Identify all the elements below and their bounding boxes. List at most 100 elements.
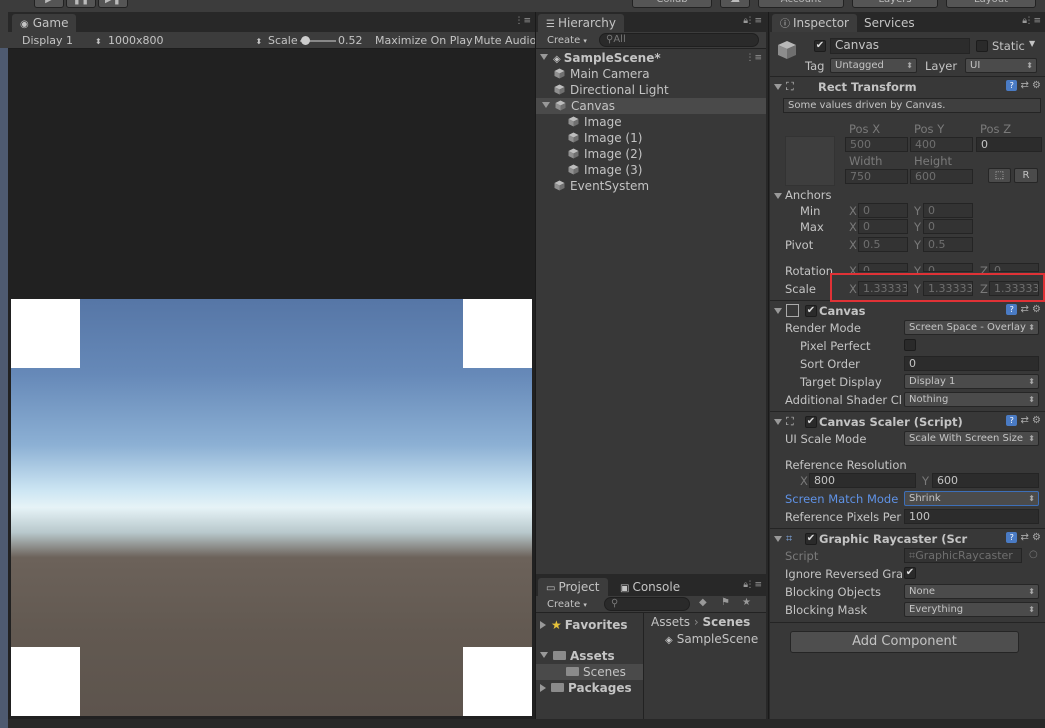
canvas-enabled-checkbox[interactable]: ✔ [805,305,817,317]
posx-field[interactable]: 500 [845,137,908,152]
screen-match-mode-dropdown[interactable]: Shrink ⬍ [904,491,1039,506]
anchor-presets-button[interactable] [785,136,835,186]
anchor-min-x[interactable]: 0 [858,203,908,218]
expand-triangle-icon[interactable] [774,308,782,314]
filter-type-icon[interactable]: ◆ [699,597,707,608]
scene-file[interactable]: ◈ SampleScene [665,631,758,647]
gear-icon[interactable]: ⚙ [1032,532,1041,543]
hierarchy-menu-icon[interactable]: ⋮≡ [745,16,762,26]
layout-button[interactable]: Layout [946,0,1036,8]
pause-button[interactable]: ❚❚ [66,0,96,8]
chevron-down-icon[interactable]: ▼ [1029,39,1035,48]
add-component-button[interactable]: Add Component [790,631,1019,653]
hierarchy-create-dropdown[interactable]: Create ▾ [547,33,587,49]
height-field[interactable]: 600 [910,169,973,184]
favorite-star-icon[interactable]: ★ [742,597,751,608]
reference-x-field[interactable]: 800 [809,473,916,488]
expand-triangle-icon[interactable] [774,84,782,90]
project-create-dropdown[interactable]: Create ▾ [547,597,587,613]
layer-dropdown[interactable]: UI ⬍ [965,58,1037,73]
game-menu-icon[interactable]: ⋮≡ [514,16,531,26]
packages-row[interactable]: Packages [540,680,632,696]
tag-dropdown[interactable]: Untagged ⬍ [830,58,917,73]
reference-y-field[interactable]: 600 [932,473,1039,488]
hierarchy-item[interactable]: Directional Light [536,82,766,98]
scenes-folder-row[interactable]: Scenes [536,664,643,680]
expand-triangle-icon[interactable] [774,193,782,199]
rect-transform-header[interactable]: ⛶ Rect Transform ? ⇄ ⚙ [770,78,1045,96]
filter-label-icon[interactable]: ⚑ [721,597,730,608]
blocking-objects-dropdown[interactable]: None ⬍ [904,584,1039,599]
raw-edit-button[interactable]: R [1014,168,1038,183]
resolution-dropdown[interactable]: 1000x800 ⬍ [108,33,262,48]
hierarchy-item[interactable]: Image (1) [536,130,766,146]
help-icon[interactable]: ? [1006,532,1018,543]
target-display-dropdown[interactable]: Display 1 ⬍ [904,374,1039,389]
expand-triangle-icon[interactable] [774,536,782,542]
tab-game[interactable]: ◉ Game [12,14,77,32]
layers-button[interactable]: Layers [852,0,938,8]
tab-inspector[interactable]: ⓘ Inspector [772,14,857,32]
help-icon[interactable]: ? [1006,304,1018,315]
blocking-mask-dropdown[interactable]: Everything ⬍ [904,602,1039,617]
raycaster-enabled-checkbox[interactable]: ✔ [805,533,817,545]
hierarchy-search-input[interactable]: ⚲All [599,33,759,47]
panel-divider[interactable] [768,12,769,719]
inspector-menu-icon[interactable]: ⋮≡ [1024,16,1041,26]
pivot-x[interactable]: 0.5 [858,237,908,252]
static-checkbox[interactable] [976,40,988,52]
shader-channels-dropdown[interactable]: Nothing ⬍ [904,392,1039,407]
breadcrumb-assets[interactable]: Assets [651,615,690,629]
gear-icon[interactable]: ⚙ [1032,80,1041,91]
play-button[interactable]: ▶ [34,0,64,8]
collab-button[interactable]: Collab [632,0,712,8]
anchor-min-y[interactable]: 0 [923,203,973,218]
display-dropdown[interactable]: Display 1 ⬍ [22,33,102,48]
expand-triangle-icon[interactable] [774,419,782,425]
posz-field[interactable]: 0 [976,137,1042,152]
mute-audio-toggle[interactable]: Mute Audio [474,33,536,48]
tab-services[interactable]: Services [856,14,923,32]
tab-console[interactable]: ▣ Console [612,578,688,596]
scene-menu-icon[interactable]: ⋮≡ [745,50,762,66]
width-field[interactable]: 750 [845,169,908,184]
assets-row[interactable]: Assets [540,648,615,664]
preset-icon[interactable]: ⇄ [1020,532,1028,543]
canvas-scaler-header[interactable]: ⛶ ✔ Canvas Scaler (Script) ? ⇄ ⚙ [770,413,1045,431]
ui-scale-mode-dropdown[interactable]: Scale With Screen Size ⬍ [904,431,1039,446]
help-icon[interactable]: ? [1006,415,1018,426]
rotation-z[interactable]: 0 [989,263,1039,272]
scene-row[interactable]: ◈ SampleScene* ⋮≡ [536,50,766,66]
preset-icon[interactable]: ⇄ [1020,304,1028,315]
ignore-reversed-checkbox[interactable]: ✔ [904,567,916,579]
hierarchy-item[interactable]: Image (2) [536,146,766,162]
breadcrumb-scenes[interactable]: Scenes [703,615,751,629]
render-mode-dropdown[interactable]: Screen Space - Overlay ⬍ [904,320,1039,335]
blueprint-mode-button[interactable]: ⬚ [988,168,1011,183]
pivot-y[interactable]: 0.5 [923,237,973,252]
tab-project[interactable]: ▭ Project [538,578,608,596]
gear-icon[interactable]: ⚙ [1032,415,1041,426]
hierarchy-item[interactable]: Image [536,114,766,130]
canvas-header[interactable]: ✔ Canvas ? ⇄ ⚙ [770,302,1045,320]
rotation-y[interactable]: 0 [923,263,973,272]
posy-field[interactable]: 400 [910,137,973,152]
active-checkbox[interactable]: ✔ [814,40,826,52]
rotation-x[interactable]: 0 [858,263,908,272]
pixels-per-unit-field[interactable]: 100 [904,509,1039,524]
hierarchy-item[interactable]: Canvas [536,98,766,114]
project-search-input[interactable]: ⚲ [604,597,690,611]
expand-triangle-icon[interactable] [540,652,548,658]
project-menu-icon[interactable]: ⋮≡ [745,580,762,590]
expand-triangle-icon[interactable] [540,684,546,692]
maximize-on-play-toggle[interactable]: Maximize On Play [375,33,473,48]
favorites-row[interactable]: ★ Favorites [540,617,627,633]
anchor-max-x[interactable]: 0 [858,219,908,234]
tab-hierarchy[interactable]: ☰ Hierarchy [538,14,624,32]
graphic-raycaster-header[interactable]: ⌗ ✔ Graphic Raycaster (Scr ? ⇄ ⚙ [770,530,1045,548]
object-picker-icon[interactable]: ○ [1029,549,1038,560]
object-name-input[interactable]: Canvas [830,38,970,54]
sort-order-field[interactable]: 0 [904,356,1039,371]
expand-triangle-icon[interactable] [542,102,550,108]
step-button[interactable]: ▶❚ [98,0,128,8]
